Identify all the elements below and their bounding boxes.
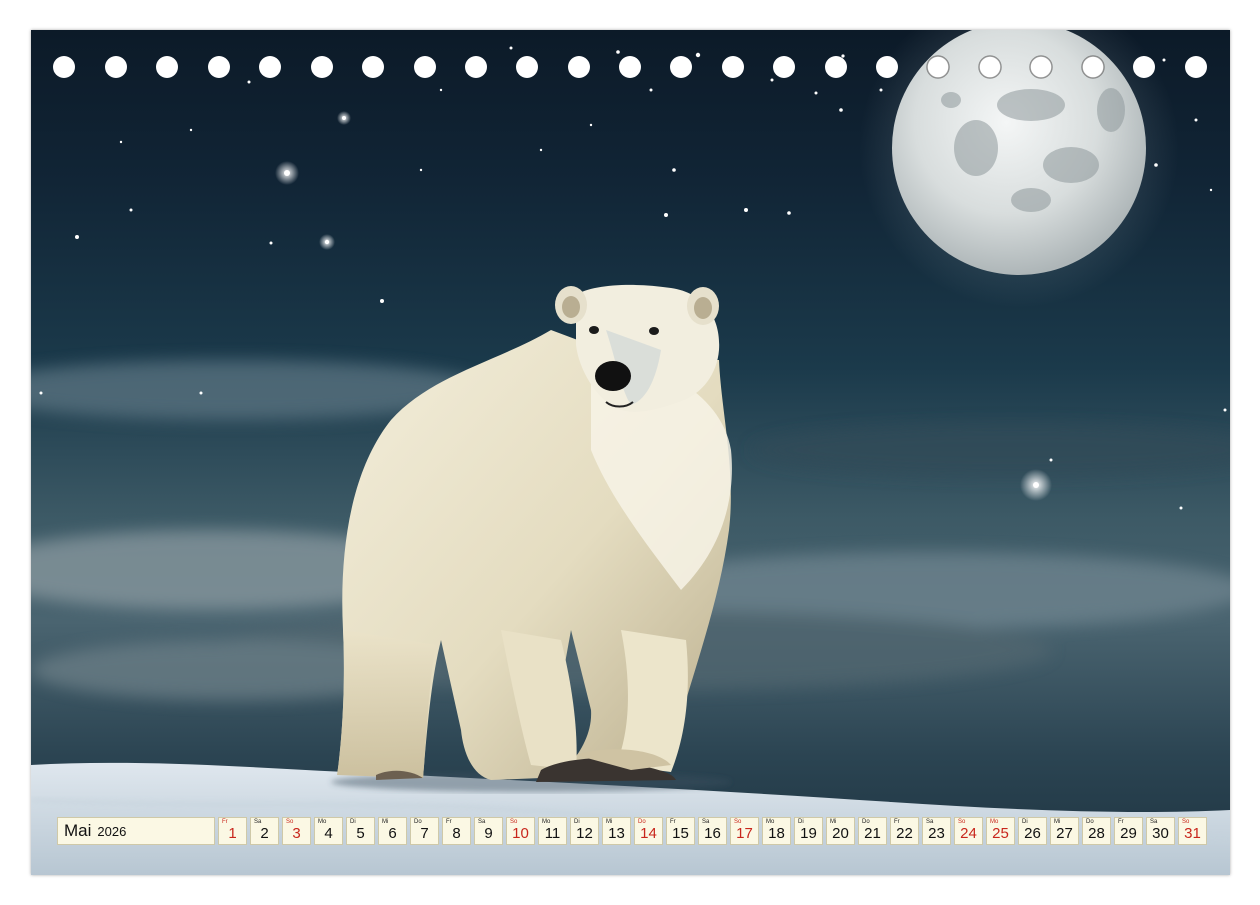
day-number: 5 bbox=[356, 825, 365, 842]
day-number: 26 bbox=[1024, 825, 1041, 842]
day-cell: Sa 9 bbox=[474, 817, 503, 845]
day-cell: Mo 25 bbox=[986, 817, 1015, 845]
day-number: 30 bbox=[1152, 825, 1169, 842]
day-number: 1 bbox=[228, 825, 237, 842]
day-cell: Mo 18 bbox=[762, 817, 791, 845]
day-cell: Sa 2 bbox=[250, 817, 279, 845]
day-number: 16 bbox=[704, 825, 721, 842]
day-cell: Fr 29 bbox=[1114, 817, 1143, 845]
day-number: 24 bbox=[960, 825, 977, 842]
month-year: 2026 bbox=[97, 823, 127, 839]
day-cell: Mo 11 bbox=[538, 817, 567, 845]
day-cell: Sa 30 bbox=[1146, 817, 1175, 845]
day-number: 8 bbox=[452, 825, 461, 842]
day-cell: Mi 20 bbox=[826, 817, 855, 845]
day-number: 18 bbox=[768, 825, 785, 842]
day-number: 14 bbox=[640, 825, 657, 842]
day-cell: Fr 15 bbox=[666, 817, 695, 845]
day-number: 7 bbox=[420, 825, 429, 842]
day-number: 4 bbox=[324, 825, 333, 842]
day-cell: Di 19 bbox=[794, 817, 823, 845]
calendar-strip: Mai 2026 Fr 1 Sa 2 So 3 Mo 4 Di 5 Mi 6 Do 7 Fr 8 Sa 9 So 10… bbox=[57, 817, 1207, 847]
day-number: 28 bbox=[1088, 825, 1105, 842]
day-number: 3 bbox=[292, 825, 301, 842]
day-cell: Mi 6 bbox=[378, 817, 407, 845]
month-name: Mai bbox=[64, 821, 92, 840]
binding-holes bbox=[53, 55, 1207, 79]
day-number: 29 bbox=[1120, 825, 1137, 842]
day-cell: Mi 27 bbox=[1050, 817, 1079, 845]
day-cell: Sa 16 bbox=[698, 817, 727, 845]
day-number: 9 bbox=[484, 825, 493, 842]
day-number: 20 bbox=[832, 825, 849, 842]
day-number: 13 bbox=[608, 825, 625, 842]
polar-bear bbox=[331, 284, 732, 792]
day-cell: Di 12 bbox=[570, 817, 599, 845]
day-cell: Do 7 bbox=[410, 817, 439, 845]
day-number: 25 bbox=[992, 825, 1009, 842]
day-number: 6 bbox=[388, 825, 397, 842]
day-cell: Do 14 bbox=[634, 817, 663, 845]
day-cell: Fr 8 bbox=[442, 817, 471, 845]
day-number: 11 bbox=[544, 825, 561, 842]
day-number: 12 bbox=[576, 825, 593, 842]
day-cell: Mi 13 bbox=[602, 817, 631, 845]
day-number: 22 bbox=[896, 825, 913, 842]
day-cell: So 31 bbox=[1178, 817, 1207, 845]
day-cell: Fr 1 bbox=[218, 817, 247, 845]
day-cell: So 17 bbox=[730, 817, 759, 845]
day-cell: Do 28 bbox=[1082, 817, 1111, 845]
day-cell: So 10 bbox=[506, 817, 535, 845]
day-number: 10 bbox=[512, 825, 529, 842]
day-cell: Mo 4 bbox=[314, 817, 343, 845]
day-cell: Di 5 bbox=[346, 817, 375, 845]
day-cell: Sa 23 bbox=[922, 817, 951, 845]
day-cell: So 24 bbox=[954, 817, 983, 845]
day-number: 27 bbox=[1056, 825, 1073, 842]
day-number: 21 bbox=[864, 825, 881, 842]
day-cell: Fr 22 bbox=[890, 817, 919, 845]
month-label-cell: Mai 2026 bbox=[57, 817, 215, 845]
day-cell: Do 21 bbox=[858, 817, 887, 845]
day-cells: Fr 1 Sa 2 So 3 Mo 4 Di 5 Mi 6 Do 7 Fr 8 Sa 9 So 10 Mo 11 Di 12 M… bbox=[218, 817, 1207, 847]
day-cell: So 3 bbox=[282, 817, 311, 845]
day-number: 19 bbox=[800, 825, 817, 842]
day-number: 31 bbox=[1184, 825, 1201, 842]
day-cell: Di 26 bbox=[1018, 817, 1047, 845]
day-number: 17 bbox=[736, 825, 753, 842]
day-number: 23 bbox=[928, 825, 945, 842]
day-number: 15 bbox=[672, 825, 689, 842]
artwork-polar-bear-moon bbox=[31, 30, 1230, 875]
day-number: 2 bbox=[260, 825, 269, 842]
calendar-page: Mai 2026 Fr 1 Sa 2 So 3 Mo 4 Di 5 Mi 6 Do 7 Fr 8 Sa 9 So 10… bbox=[31, 30, 1230, 875]
